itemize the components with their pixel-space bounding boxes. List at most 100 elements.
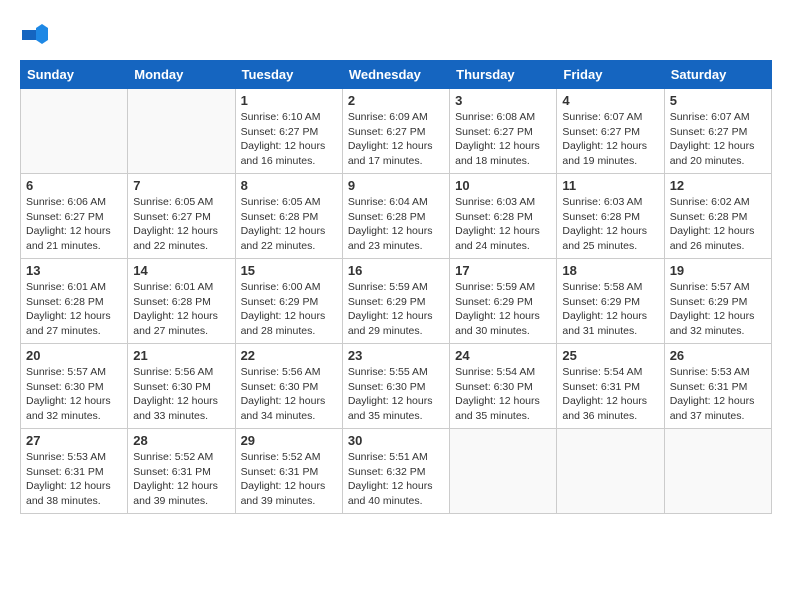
calendar-cell: 11 Sunrise: 6:03 AM Sunset: 6:28 PM Dayli… xyxy=(557,174,664,259)
day-number: 26 xyxy=(670,348,766,363)
day-number: 14 xyxy=(133,263,229,278)
day-info: Sunrise: 6:05 AM Sunset: 6:27 PM Dayligh… xyxy=(133,195,229,254)
day-info: Sunrise: 5:55 AM Sunset: 6:30 PM Dayligh… xyxy=(348,365,444,424)
calendar-cell: 6 Sunrise: 6:06 AM Sunset: 6:27 PM Daylig… xyxy=(21,174,128,259)
calendar-cell: 19Sunrise: 5:57 AM Sunset: 6:29 PM Dayli… xyxy=(664,259,771,344)
calendar-week-4: 20 Sunrise: 5:57 AM Sunset: 6:30 PM Dayli… xyxy=(21,344,772,429)
calendar-cell: 24 Sunrise: 5:54 AM Sunset: 6:30 PM Dayli… xyxy=(450,344,557,429)
calendar-cell: 4 Sunrise: 6:07 AM Sunset: 6:27 PM Daylig… xyxy=(557,89,664,174)
day-number: 20 xyxy=(26,348,122,363)
page-header xyxy=(20,20,772,50)
calendar-cell: 7 Sunrise: 6:05 AM Sunset: 6:27 PM Daylig… xyxy=(128,174,235,259)
calendar-cell: 27 Sunrise: 5:53 AM Sunset: 6:31 PM Dayli… xyxy=(21,429,128,514)
logo-icon xyxy=(20,20,50,50)
day-info: Sunrise: 5:52 AM Sunset: 6:31 PM Dayligh… xyxy=(133,450,229,509)
calendar-week-5: 27 Sunrise: 5:53 AM Sunset: 6:31 PM Dayli… xyxy=(21,429,772,514)
day-info: Sunrise: 6:08 AM Sunset: 6:27 PM Dayligh… xyxy=(455,110,551,169)
calendar-cell: 16Sunrise: 5:59 AM Sunset: 6:29 PM Dayli… xyxy=(342,259,449,344)
weekday-header-sunday: Sunday xyxy=(21,61,128,89)
day-number: 7 xyxy=(133,178,229,193)
calendar-cell: 30 Sunrise: 5:51 AM Sunset: 6:32 PM Dayli… xyxy=(342,429,449,514)
calendar-cell: 29 Sunrise: 5:52 AM Sunset: 6:31 PM Dayli… xyxy=(235,429,342,514)
day-number: 23 xyxy=(348,348,444,363)
calendar-cell: 17 Sunrise: 5:59 AM Sunset: 6:29 PM Dayli… xyxy=(450,259,557,344)
day-info: Sunrise: 5:59 AM Sunset: 6:29 PM Dayligh… xyxy=(348,280,444,339)
calendar-cell: 20 Sunrise: 5:57 AM Sunset: 6:30 PM Dayli… xyxy=(21,344,128,429)
day-info: Sunrise: 5:52 AM Sunset: 6:31 PM Dayligh… xyxy=(241,450,337,509)
day-info: Sunrise: 6:06 AM Sunset: 6:27 PM Dayligh… xyxy=(26,195,122,254)
day-info: Sunrise: 6:09 AM Sunset: 6:27 PM Dayligh… xyxy=(348,110,444,169)
day-info: Sunrise: 6:04 AM Sunset: 6:28 PM Dayligh… xyxy=(348,195,444,254)
weekday-header-thursday: Thursday xyxy=(450,61,557,89)
calendar-week-2: 6 Sunrise: 6:06 AM Sunset: 6:27 PM Daylig… xyxy=(21,174,772,259)
calendar-cell: 9 Sunrise: 6:04 AM Sunset: 6:28 PM Daylig… xyxy=(342,174,449,259)
weekday-header-wednesday: Wednesday xyxy=(342,61,449,89)
calendar-cell xyxy=(450,429,557,514)
calendar-cell: 21Sunrise: 5:56 AM Sunset: 6:30 PM Dayli… xyxy=(128,344,235,429)
weekday-header-saturday: Saturday xyxy=(664,61,771,89)
day-info: Sunrise: 5:51 AM Sunset: 6:32 PM Dayligh… xyxy=(348,450,444,509)
calendar-cell: 18 Sunrise: 5:58 AM Sunset: 6:29 PM Dayli… xyxy=(557,259,664,344)
day-number: 24 xyxy=(455,348,551,363)
day-info: Sunrise: 6:03 AM Sunset: 6:28 PM Dayligh… xyxy=(455,195,551,254)
day-number: 27 xyxy=(26,433,122,448)
day-info: Sunrise: 5:57 AM Sunset: 6:29 PM Dayligh… xyxy=(670,280,766,339)
day-info: Sunrise: 5:54 AM Sunset: 6:31 PM Dayligh… xyxy=(562,365,658,424)
day-info: Sunrise: 5:54 AM Sunset: 6:30 PM Dayligh… xyxy=(455,365,551,424)
day-number: 21 xyxy=(133,348,229,363)
day-number: 5 xyxy=(670,93,766,108)
calendar-cell: 22 Sunrise: 5:56 AM Sunset: 6:30 PM Dayli… xyxy=(235,344,342,429)
calendar-cell: 14 Sunrise: 6:01 AM Sunset: 6:28 PM Dayli… xyxy=(128,259,235,344)
calendar-cell: 10 Sunrise: 6:03 AM Sunset: 6:28 PM Dayli… xyxy=(450,174,557,259)
day-number: 10 xyxy=(455,178,551,193)
weekday-header-tuesday: Tuesday xyxy=(235,61,342,89)
day-number: 9 xyxy=(348,178,444,193)
day-number: 4 xyxy=(562,93,658,108)
calendar-cell: 8 Sunrise: 6:05 AM Sunset: 6:28 PM Daylig… xyxy=(235,174,342,259)
day-info: Sunrise: 6:01 AM Sunset: 6:28 PM Dayligh… xyxy=(133,280,229,339)
day-number: 8 xyxy=(241,178,337,193)
day-number: 28 xyxy=(133,433,229,448)
day-number: 12 xyxy=(670,178,766,193)
day-number: 1 xyxy=(241,93,337,108)
day-info: Sunrise: 5:57 AM Sunset: 6:30 PM Dayligh… xyxy=(26,365,122,424)
day-number: 22 xyxy=(241,348,337,363)
calendar-cell xyxy=(128,89,235,174)
calendar-cell: 26 Sunrise: 5:53 AM Sunset: 6:31 PM Dayli… xyxy=(664,344,771,429)
day-number: 17 xyxy=(455,263,551,278)
day-info: Sunrise: 6:07 AM Sunset: 6:27 PM Dayligh… xyxy=(670,110,766,169)
calendar-cell: 15Sunrise: 6:00 AM Sunset: 6:29 PM Dayli… xyxy=(235,259,342,344)
calendar-cell: 1Sunrise: 6:10 AM Sunset: 6:27 PM Daylig… xyxy=(235,89,342,174)
day-info: Sunrise: 6:05 AM Sunset: 6:28 PM Dayligh… xyxy=(241,195,337,254)
day-number: 30 xyxy=(348,433,444,448)
calendar-week-1: 1Sunrise: 6:10 AM Sunset: 6:27 PM Daylig… xyxy=(21,89,772,174)
day-number: 2 xyxy=(348,93,444,108)
calendar-week-3: 13 Sunrise: 6:01 AM Sunset: 6:28 PM Dayli… xyxy=(21,259,772,344)
calendar-cell: 3 Sunrise: 6:08 AM Sunset: 6:27 PM Daylig… xyxy=(450,89,557,174)
day-info: Sunrise: 5:59 AM Sunset: 6:29 PM Dayligh… xyxy=(455,280,551,339)
calendar-cell xyxy=(557,429,664,514)
calendar-cell: 25Sunrise: 5:54 AM Sunset: 6:31 PM Dayli… xyxy=(557,344,664,429)
calendar-cell: 2 Sunrise: 6:09 AM Sunset: 6:27 PM Daylig… xyxy=(342,89,449,174)
day-info: Sunrise: 5:53 AM Sunset: 6:31 PM Dayligh… xyxy=(26,450,122,509)
weekday-header-friday: Friday xyxy=(557,61,664,89)
day-number: 3 xyxy=(455,93,551,108)
day-info: Sunrise: 5:58 AM Sunset: 6:29 PM Dayligh… xyxy=(562,280,658,339)
calendar-cell xyxy=(664,429,771,514)
day-number: 18 xyxy=(562,263,658,278)
day-info: Sunrise: 5:53 AM Sunset: 6:31 PM Dayligh… xyxy=(670,365,766,424)
logo xyxy=(20,20,54,50)
day-info: Sunrise: 6:03 AM Sunset: 6:28 PM Dayligh… xyxy=(562,195,658,254)
day-info: Sunrise: 6:07 AM Sunset: 6:27 PM Dayligh… xyxy=(562,110,658,169)
calendar-table: SundayMondayTuesdayWednesdayThursdayFrid… xyxy=(20,60,772,514)
day-number: 15 xyxy=(241,263,337,278)
day-info: Sunrise: 5:56 AM Sunset: 6:30 PM Dayligh… xyxy=(241,365,337,424)
day-number: 29 xyxy=(241,433,337,448)
calendar-cell xyxy=(21,89,128,174)
day-info: Sunrise: 6:02 AM Sunset: 6:28 PM Dayligh… xyxy=(670,195,766,254)
day-number: 11 xyxy=(562,178,658,193)
day-number: 13 xyxy=(26,263,122,278)
calendar-cell: 13Sunrise: 6:01 AM Sunset: 6:28 PM Dayli… xyxy=(21,259,128,344)
day-number: 6 xyxy=(26,178,122,193)
weekday-header-row: SundayMondayTuesdayWednesdayThursdayFrid… xyxy=(21,61,772,89)
